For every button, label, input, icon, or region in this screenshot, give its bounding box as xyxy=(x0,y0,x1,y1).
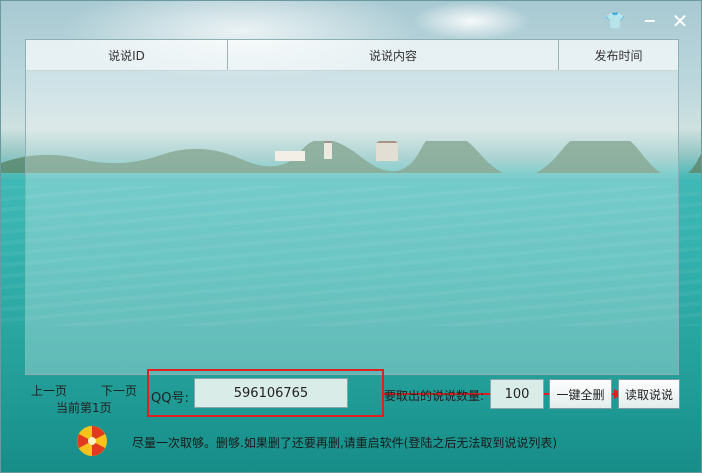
app-window: 👕 − ✕ 说说ID 说说内容 发布时间 上一页 下一页 当前第1页 QQ号: … xyxy=(0,0,702,473)
next-page-link[interactable]: 下一页 xyxy=(101,382,137,399)
column-header-id[interactable]: 说说ID xyxy=(26,40,228,70)
qq-number-input[interactable] xyxy=(194,378,348,408)
count-input[interactable] xyxy=(490,379,544,409)
read-shuoshuo-button[interactable]: 读取说说 xyxy=(618,379,680,409)
minimize-button[interactable]: − xyxy=(640,11,660,31)
column-header-time[interactable]: 发布时间 xyxy=(559,40,678,70)
skin-icon[interactable]: 👕 xyxy=(605,11,625,31)
close-button[interactable]: ✕ xyxy=(670,11,690,31)
delete-all-button[interactable]: 一键全删 xyxy=(549,379,612,409)
count-label: 要取出的说说数量: xyxy=(384,389,485,403)
current-page-label: 当前第1页 xyxy=(56,401,112,415)
candy-logo-icon xyxy=(77,426,107,456)
background-cloud xyxy=(411,1,531,41)
shuoshuo-list[interactable]: 说说ID 说说内容 发布时间 xyxy=(25,39,679,375)
notice-text: 尽量一次取够。删够.如果删了还要再删,请重启软件(登陆之后无法取到说说列表) xyxy=(132,436,557,450)
column-header-content[interactable]: 说说内容 xyxy=(228,40,559,70)
qq-label: QQ号: xyxy=(151,391,189,406)
prev-page-link[interactable]: 上一页 xyxy=(31,382,67,399)
list-header: 说说ID 说说内容 发布时间 xyxy=(26,40,678,71)
